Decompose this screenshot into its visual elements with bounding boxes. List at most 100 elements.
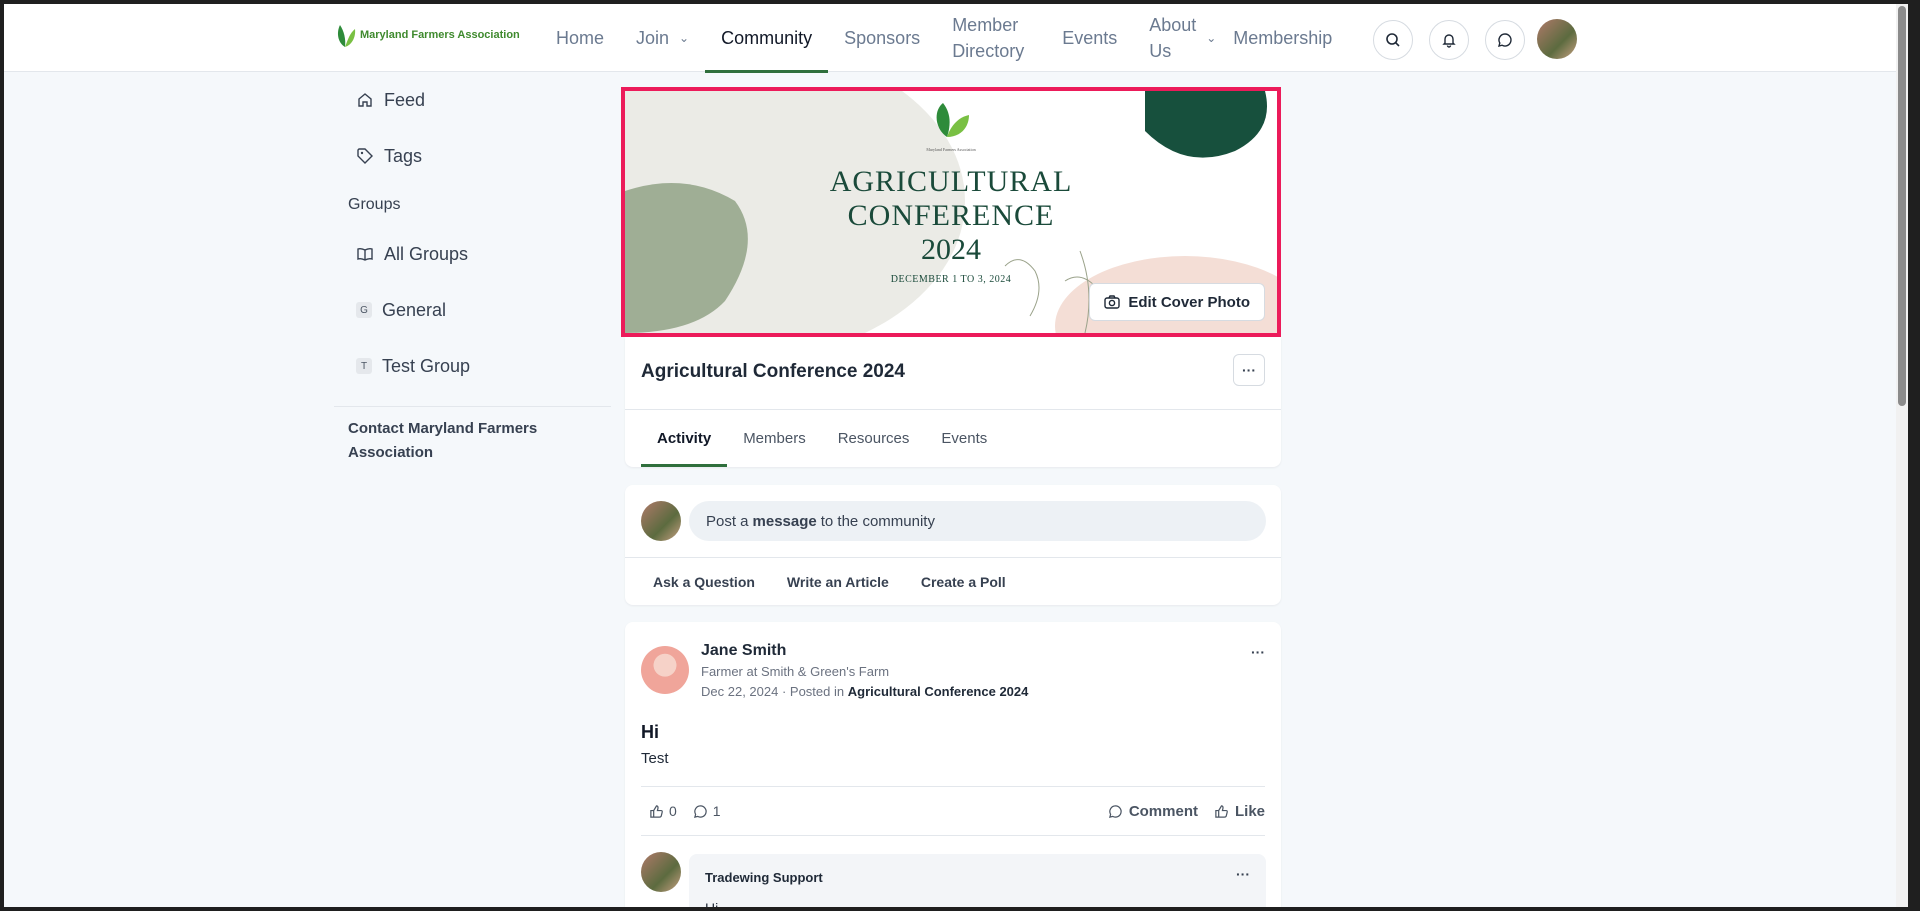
nav-events-label: Events [1062, 28, 1118, 48]
comment-icon [1108, 804, 1122, 818]
nav-home-label: Home [556, 28, 605, 48]
sidebar-item-label: Test Group [382, 355, 471, 376]
sidebar-item-label: All Groups [384, 243, 469, 264]
sidebar-item-label: General [382, 299, 447, 320]
banner-title-line3: 2024 [921, 233, 981, 266]
sidebar-item-all-groups[interactable]: All Groups [334, 226, 611, 282]
edit-cover-photo-button[interactable]: Edit Cover Photo [1089, 283, 1265, 321]
chat-bubble-icon [1498, 33, 1512, 47]
sidebar-item-tags[interactable]: Tags [334, 128, 611, 184]
user-avatar[interactable] [1537, 19, 1577, 59]
comment-button-label: Comment [1128, 802, 1198, 820]
site-logo[interactable]: Maryland Farmers Association [334, 21, 520, 49]
bell-icon [1442, 34, 1456, 48]
thumbs-up-icon [650, 804, 663, 818]
post-author[interactable]: Jane Smith [701, 642, 786, 660]
posted-in-group-link[interactable]: Agricultural Conference 2024 [848, 684, 1029, 699]
post-composer: Post a message to the community Ask a Qu… [625, 485, 1281, 605]
nav-sponsors-label: Sponsors [844, 28, 921, 48]
like-button[interactable]: Like [1214, 803, 1265, 820]
notifications-button[interactable] [1429, 20, 1469, 60]
composer-placeholder-suffix: to the community [820, 512, 935, 530]
messages-button[interactable] [1485, 20, 1525, 60]
posted-in-prefix: · Posted in [781, 684, 845, 699]
page-scrollbar[interactable] [1896, 4, 1908, 907]
post-title: Hi [641, 722, 659, 742]
banner-title-line1: AGRICULTURAL [830, 165, 1073, 198]
more-horizontal-icon: ··· [1242, 362, 1256, 378]
group-more-options-button[interactable]: ··· [1233, 354, 1265, 386]
logo-text: Maryland Farmers Association [360, 29, 520, 41]
search-icon [1386, 33, 1400, 47]
nav-events[interactable]: Events [1046, 4, 1133, 72]
composer-placeholder-prefix: Post a [706, 512, 749, 530]
composer-avatar [641, 501, 681, 541]
author-avatar[interactable] [641, 646, 689, 694]
nav-about-us-label: About Us [1149, 15, 1197, 61]
scrollbar-thumb[interactable] [1898, 6, 1906, 406]
tab-events[interactable]: Events [925, 410, 1003, 467]
tab-resources[interactable]: Resources [822, 410, 926, 467]
browser-viewport: Maryland Farmers Association Home Join ⌄ … [4, 4, 1908, 907]
search-button[interactable] [1373, 20, 1413, 60]
reply-more-options-button[interactable]: ··· [1236, 866, 1250, 882]
tab-members[interactable]: Members [727, 410, 822, 467]
group-letter-badge: T [356, 358, 372, 374]
sidebar-item-label: Tags [384, 145, 423, 166]
sidebar-item-label: Feed [384, 89, 426, 110]
leaf-logo-icon [337, 25, 356, 47]
composer-placeholder-bold: message [752, 512, 817, 530]
post-message-input[interactable]: Post a message to the community [689, 501, 1266, 541]
contact-link[interactable]: Contact Maryland Farmers Association [334, 407, 564, 475]
post-meta: Dec 22, 2024 · Posted in Agricultural Co… [701, 684, 1028, 699]
write-article-button[interactable]: Write an Article [771, 558, 905, 605]
composer-actions: Ask a Question Write an Article Create a… [625, 557, 1281, 605]
feed-post: Jane Smith Farmer at Smith & Green's Far… [625, 622, 1281, 907]
nav-membership[interactable]: Membership [1217, 4, 1348, 72]
top-navbar: Maryland Farmers Association Home Join ⌄ … [4, 4, 1908, 73]
post-more-options-button[interactable]: ··· [1251, 644, 1265, 660]
nav-sponsors[interactable]: Sponsors [828, 4, 936, 72]
author-subtitle: Farmer at Smith & Green's Farm [701, 664, 890, 679]
sidebar-item-feed[interactable]: Feed [334, 72, 611, 128]
create-poll-button[interactable]: Create a Poll [905, 558, 1022, 605]
banner-logo-caption: Maryland Farmers Association [926, 147, 975, 152]
sidebar-item-test-group[interactable]: T Test Group [334, 338, 611, 394]
nav-member-directory-label: Member Directory [952, 15, 1025, 61]
like-count-value: 0 [669, 803, 677, 819]
group-cover-photo: Maryland Farmers Association AGRICULTURA… [621, 87, 1281, 337]
post-stats-bar: 0 1 Comment Like [641, 786, 1265, 836]
groups-heading: Groups [348, 196, 401, 213]
tag-icon [357, 148, 373, 164]
nav-community[interactable]: Community [705, 4, 829, 73]
comment-count-value: 1 [712, 803, 721, 819]
nav-join-label: Join [636, 28, 670, 48]
like-count[interactable]: 0 [649, 803, 677, 819]
tab-activity[interactable]: Activity [641, 410, 728, 467]
reply-author[interactable]: Tradewing Support [705, 870, 823, 885]
post-date: Dec 22, 2024 [701, 684, 779, 699]
sidebar-item-general[interactable]: G General [334, 282, 611, 338]
home-icon [358, 93, 372, 107]
comment-icon [693, 804, 707, 818]
edit-cover-label: Edit Cover Photo [1128, 293, 1250, 311]
nav-about-us[interactable]: About Us ⌄ [1133, 4, 1217, 72]
community-sidebar: Feed Tags Groups All Groups G General T … [334, 72, 611, 475]
comment-button[interactable]: Comment [1108, 803, 1198, 820]
like-button-label: Like [1234, 802, 1265, 820]
post-body: Test [641, 750, 669, 767]
reply-text: Hi [705, 900, 718, 907]
nav-join[interactable]: Join ⌄ [620, 4, 705, 72]
camera-icon [1104, 295, 1121, 309]
nav-home[interactable]: Home [540, 4, 620, 72]
group-letter-badge: G [356, 302, 372, 318]
book-icon [357, 247, 373, 261]
main-nav: Home Join ⌄ Community Sponsors Member Dir… [540, 4, 1348, 73]
nav-community-label: Community [721, 28, 813, 48]
ask-question-button[interactable]: Ask a Question [637, 558, 771, 605]
banner-dates: DECEMBER 1 TO 3, 2024 [891, 274, 1011, 285]
group-header-card: Agricultural Conference 2024 ··· Activit… [625, 337, 1281, 467]
reply-avatar[interactable] [641, 852, 681, 892]
nav-member-directory[interactable]: Member Directory [936, 4, 1046, 72]
comment-count[interactable]: 1 [693, 803, 721, 819]
